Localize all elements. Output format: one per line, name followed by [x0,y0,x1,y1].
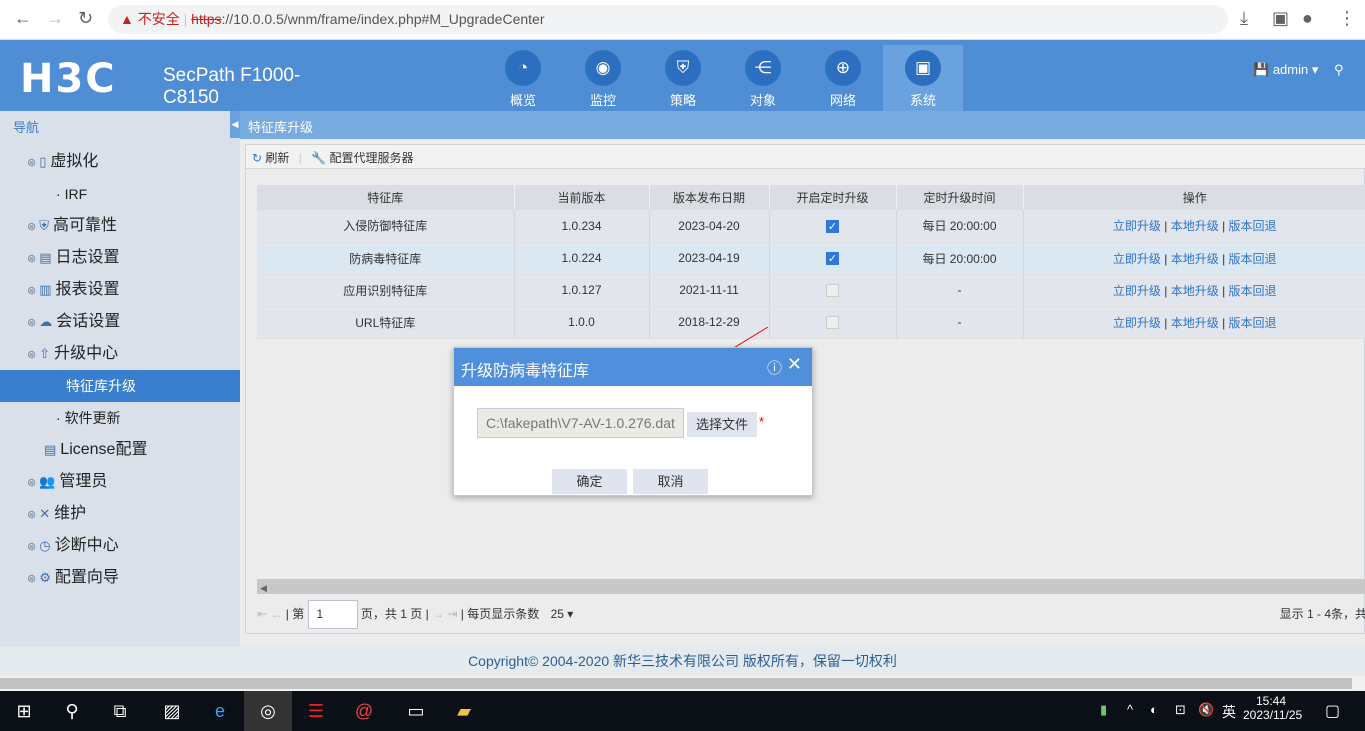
volume-muted-icon[interactable]: 🔇 [1198,702,1214,718]
confirm-button[interactable]: 确定 [552,469,627,494]
terminal-icon[interactable]: ▭ [392,691,440,731]
dialog-title: 升级防病毒特征库 [461,363,590,380]
network-icon[interactable]: ⊡ [1175,702,1186,718]
search-icon[interactable]: ⚲ [48,691,96,731]
upgrade-dialog: 升级防病毒特征库 ⓘ ✕ C:\fakepath\V7-AV-1.0.276.d… [453,347,813,496]
cancel-button[interactable]: 取消 [633,469,708,494]
clock[interactable]: 15:44 2023/11/25 [1243,694,1302,722]
tray-app-icon[interactable]: ◐ [1150,702,1158,717]
server-manager-icon[interactable]: ▨ [148,691,196,731]
file-explorer-icon[interactable]: ▰ [440,691,488,731]
choose-file-button[interactable]: 选择文件 [687,412,757,437]
taskbar: ⊞ ⚲ ⧉ ▨ e ◎ ☰ @ ▭ ▰ ▮ ^ ◐ ⊡ 🔇 英 15:44 202… [0,691,1365,731]
app-icon[interactable]: ☰ [292,691,340,731]
tray-chevron-icon[interactable]: ^ [1127,702,1133,717]
snail-icon[interactable]: @ [340,691,388,731]
task-view-icon[interactable]: ⧉ [96,691,144,731]
dialog-header: 升级防病毒特征库 ⓘ ✕ [454,348,812,386]
windows-start-icon[interactable]: ⊞ [0,691,48,731]
file-path-input[interactable]: C:\fakepath\V7-AV-1.0.276.dat [477,408,684,438]
close-icon[interactable]: ✕ [787,354,802,375]
usb-icon[interactable]: ▮ [1100,702,1107,718]
ie-icon[interactable]: e [196,691,244,731]
footer-copyright: Copyright© 2004-2020 新华三技术有限公司 版权所有，保留一切… [0,646,1365,676]
page-horizontal-scrollbar[interactable] [0,676,1365,691]
ime-indicator[interactable]: 英 [1222,702,1236,722]
required-mark: * [759,414,765,429]
help-icon[interactable]: ⓘ [767,357,782,378]
chrome-icon[interactable]: ◎ [244,691,292,731]
notification-icon[interactable]: ▢ [1325,701,1340,721]
